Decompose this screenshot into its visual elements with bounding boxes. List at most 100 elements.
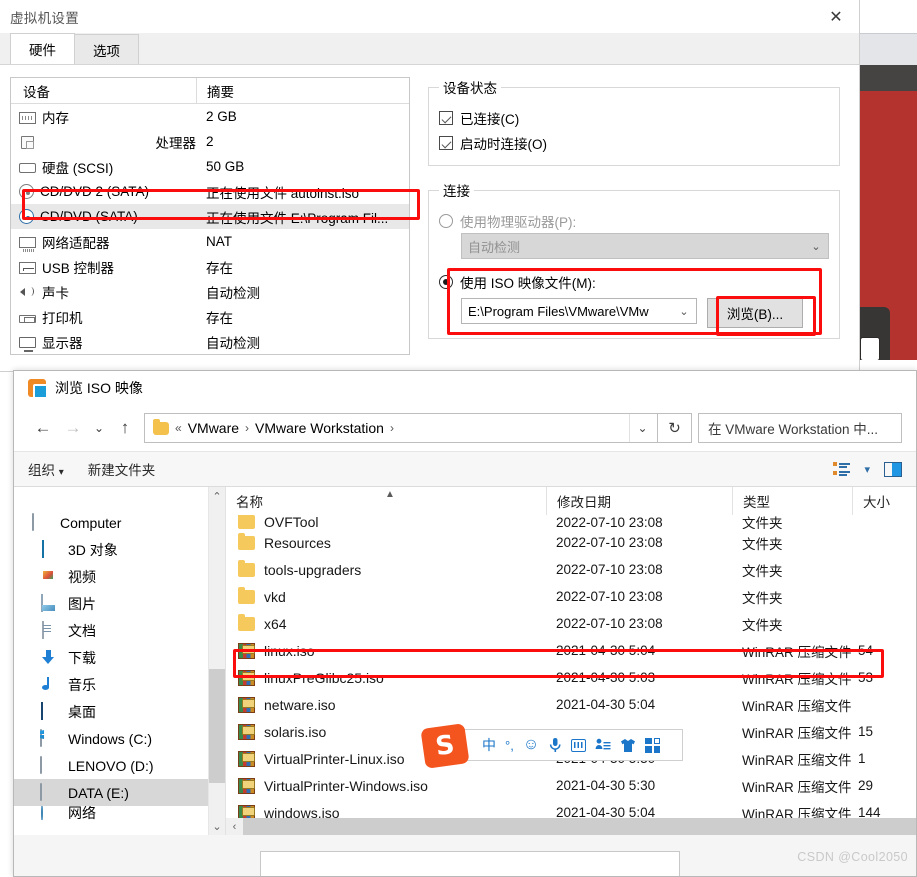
tree-item-music[interactable]: 音乐 [14, 671, 225, 698]
device-row-sound[interactable]: 声卡 自动检测 [11, 279, 409, 304]
file-row[interactable]: vkd 2022-07-10 23:08 文件夹 [226, 583, 916, 610]
file-row-linux-iso[interactable]: linux.iso 2021-04-30 5:04 WinRAR 压缩文件 54 [226, 637, 916, 664]
device-row-processor[interactable]: 处理器 2 [11, 129, 409, 154]
tree-item-3d-objects[interactable]: 3D 对象 [14, 536, 225, 563]
breadcrumb-vmware-workstation[interactable]: VMware Workstation [255, 420, 384, 436]
checkbox-connect-at-poweron[interactable]: 启动时连接(O) [439, 130, 829, 155]
device-list[interactable]: 设备 摘要 内存 2 GB 处理器 2 硬盘 (SCSI) 50 GB CD/D… [10, 77, 410, 355]
user-icon[interactable] [595, 738, 611, 752]
browse-button[interactable]: 浏览(B)... [707, 298, 803, 328]
file-list[interactable]: 名称 修改日期 类型 大小 ▲ OVFTool 2022-07-10 23:08… [226, 487, 916, 835]
tree-item-videos[interactable]: 视频 [14, 563, 225, 590]
sogou-logo-icon[interactable]: S [420, 723, 470, 769]
device-summary: 2 GB [206, 109, 237, 124]
radio-physical-drive[interactable]: 使用物理驱动器(P): [439, 208, 829, 233]
checkbox-connected[interactable]: 已连接(C) [439, 105, 829, 130]
organize-button[interactable]: 组织 ▾ [28, 459, 64, 479]
column-header-size[interactable]: 大小 [852, 487, 912, 515]
search-input[interactable]: 在 VMware Workstation 中... [698, 413, 902, 443]
column-header-date[interactable]: 修改日期 [546, 487, 732, 515]
file-row[interactable]: OVFTool 2022-07-10 23:08 文件夹 [226, 515, 916, 529]
file-size: 53 [858, 670, 874, 685]
toolbox-icon[interactable] [645, 737, 661, 753]
arrow-right-icon[interactable]: → [58, 413, 88, 443]
vm-settings-title: 虚拟机设置 [10, 10, 79, 26]
chevron-down-icon[interactable]: ⌄ [629, 414, 655, 442]
list-view-icon[interactable] [833, 462, 851, 476]
soft-keyboard-icon[interactable] [571, 738, 587, 752]
winrar-icon [238, 723, 255, 740]
file-row[interactable]: tools-upgraders 2022-07-10 23:08 文件夹 [226, 556, 916, 583]
tree-item-pictures[interactable]: 图片 [14, 590, 225, 617]
device-row-cddvd2[interactable]: CD/DVD 2 (SATA) 正在使用文件 autoinst.iso [11, 179, 409, 204]
preview-pane-icon[interactable] [884, 461, 902, 477]
filename-input[interactable] [260, 851, 680, 876]
tree-item-network[interactable]: 网络 [14, 806, 225, 820]
radio-physical-drive-dot[interactable] [439, 213, 453, 228]
device-row-cddvd[interactable]: CD/DVD (SATA) 正在使用文件 E:\Program Fil... [11, 204, 409, 229]
file-row[interactable]: x64 2022-07-10 23:08 文件夹 [226, 610, 916, 637]
radio-iso-image[interactable]: 使用 ISO 映像文件(M): [439, 269, 829, 294]
breadcrumb-vmware[interactable]: VMware [188, 420, 239, 436]
device-row-memory[interactable]: 内存 2 GB [11, 104, 409, 129]
file-row[interactable]: linuxPreGlibc25.iso 2021-04-30 5:03 WinR… [226, 664, 916, 691]
close-icon[interactable]: ✕ [813, 0, 859, 33]
tree-item-lenovo-d[interactable]: LENOVO (D:) [14, 752, 225, 779]
vm-settings-window: 虚拟机设置 ✕ 硬件 选项 设备 摘要 内存 2 GB 处理器 2 硬盘 (SC… [0, 0, 860, 372]
chevron-left-icon[interactable]: ‹ [226, 821, 243, 833]
new-folder-button[interactable]: 新建文件夹 [88, 459, 156, 479]
chevron-up-icon[interactable]: ⌃ [209, 487, 225, 505]
tree-item-label: 音乐 [68, 676, 96, 693]
iso-path-combo[interactable]: E:\Program Files\VMware\VMw ⌄ [461, 298, 697, 324]
device-row-printer[interactable]: 打印机 存在 [11, 304, 409, 329]
radio-physical-drive-label: 使用物理驱动器(P): [460, 214, 577, 230]
arrow-up-icon[interactable]: ↑ [110, 413, 140, 443]
checkbox-connected-box[interactable] [439, 110, 453, 125]
breadcrumb-bar[interactable]: « VMware › VMware Workstation › ⌄ [144, 413, 658, 443]
device-summary: 存在 [206, 310, 233, 326]
tree-item-label: Windows (C:) [68, 730, 153, 747]
chinese-mode-icon[interactable]: 中 [482, 735, 496, 755]
emoji-icon[interactable]: ☺ [523, 736, 539, 754]
radio-iso-image-dot[interactable] [439, 274, 453, 289]
device-row-network[interactable]: 网络适配器 NAT [11, 229, 409, 254]
refresh-icon[interactable]: ↻ [658, 413, 692, 443]
harddisk-icon [19, 163, 36, 173]
checkbox-connect-at-poweron-box[interactable] [439, 135, 453, 150]
winrar-icon [238, 642, 255, 659]
column-header-type[interactable]: 类型 [732, 487, 852, 515]
tree-item-documents[interactable]: 文档 [14, 617, 225, 644]
microphone-icon[interactable] [548, 737, 562, 753]
file-date: 2022-07-10 23:08 [556, 562, 663, 577]
tree-scrollbar[interactable]: ⌃ ⌄ [208, 487, 225, 835]
tree-item-downloads[interactable]: 下载 [14, 644, 225, 671]
file-list-hscrollbar[interactable]: ‹ [226, 818, 916, 835]
hscrollbar-thumb[interactable] [242, 818, 916, 835]
view-caret-icon[interactable]: ▾ [864, 463, 870, 476]
file-row[interactable]: netware.iso 2021-04-30 5:04 WinRAR 压缩文件 [226, 691, 916, 718]
device-row-harddisk[interactable]: 硬盘 (SCSI) 50 GB [11, 154, 409, 179]
file-row[interactable]: Resources 2022-07-10 23:08 文件夹 [226, 529, 916, 556]
file-row[interactable]: VirtualPrinter-Windows.iso 2021-04-30 5:… [226, 772, 916, 799]
tree-item-computer[interactable]: Computer [14, 509, 225, 536]
physical-drive-combo[interactable]: 自动检测 ⌄ [461, 233, 829, 259]
cpu-icon [21, 135, 34, 149]
file-name: netware.iso [264, 696, 336, 713]
arrow-left-icon[interactable]: ← [28, 413, 58, 443]
tree-item-windows-c[interactable]: Windows (C:) [14, 725, 225, 752]
device-row-usb[interactable]: USB 控制器 存在 [11, 254, 409, 279]
punctuation-icon[interactable]: °, [505, 738, 514, 753]
file-name: OVFTool [264, 515, 319, 529]
tab-options[interactable]: 选项 [74, 34, 139, 64]
tree-item-data-e[interactable]: DATA (E:) [14, 779, 225, 806]
navigation-tree[interactable]: Computer 3D 对象 视频 图片 文档 下载 音乐 桌面 Windows… [14, 487, 226, 835]
device-row-display[interactable]: 显示器 自动检测 [11, 329, 409, 354]
tree-scrollbar-thumb[interactable] [209, 669, 225, 783]
skin-icon[interactable] [620, 738, 636, 753]
file-type: 文件夹 [742, 563, 783, 579]
chevron-down-icon[interactable]: ⌄ [88, 413, 110, 443]
chevron-down-icon[interactable]: ⌄ [209, 817, 225, 835]
ime-toolbar[interactable]: S 中 °, ☺ [420, 723, 683, 769]
tree-item-desktop[interactable]: 桌面 [14, 698, 225, 725]
tab-hardware[interactable]: 硬件 [10, 33, 75, 64]
